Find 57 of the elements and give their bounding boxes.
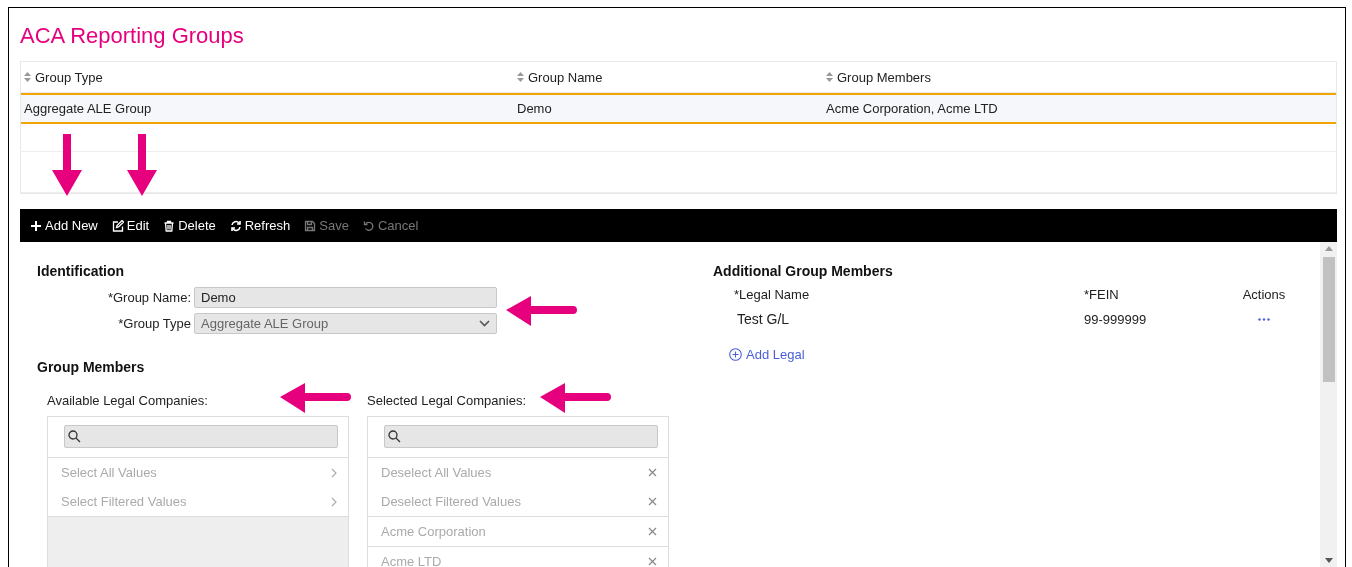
page-title: ACA Reporting Groups bbox=[20, 23, 245, 49]
sort-icon[interactable] bbox=[24, 72, 31, 82]
toolbar-button[interactable]: Add New bbox=[30, 218, 98, 233]
toolbar-button[interactable]: Refresh bbox=[229, 218, 291, 233]
close-icon[interactable] bbox=[648, 557, 657, 566]
scroll-down-icon[interactable] bbox=[1324, 558, 1333, 563]
edit-icon bbox=[111, 219, 124, 232]
column-header[interactable]: Group Type bbox=[21, 69, 514, 85]
list-label: Selected Legal Companies: bbox=[367, 393, 527, 408]
arrow-icon bbox=[506, 296, 576, 326]
column-header[interactable]: Group Name bbox=[514, 69, 823, 85]
arrow-icon bbox=[280, 383, 350, 413]
close-icon[interactable] bbox=[648, 468, 657, 477]
more-icon[interactable] bbox=[1258, 317, 1270, 321]
column-header: *Legal Name bbox=[734, 287, 811, 302]
search-icon bbox=[388, 430, 401, 443]
search-field[interactable] bbox=[64, 425, 338, 448]
add-circle-icon bbox=[729, 348, 742, 361]
table-cell-text: Aggregate ALE Group bbox=[23, 101, 153, 116]
list-label: Available Legal Companies: bbox=[47, 393, 209, 408]
toolbar-button[interactable]: Delete bbox=[163, 218, 216, 233]
section-title: Additional Group Members bbox=[713, 263, 894, 279]
chevron-right-icon bbox=[331, 496, 337, 507]
undo-icon bbox=[362, 219, 375, 232]
toolbar-button[interactable]: Edit bbox=[111, 218, 150, 233]
chevron-right-icon bbox=[331, 467, 337, 478]
scroll-up-icon[interactable] bbox=[1324, 246, 1333, 251]
scrollbar[interactable] bbox=[1320, 242, 1337, 567]
search-field[interactable] bbox=[384, 425, 658, 448]
section-title: Identification bbox=[37, 263, 126, 279]
table-cell-text: 99-999999 bbox=[1084, 311, 1148, 327]
arrow-icon bbox=[127, 132, 157, 196]
arrow-icon bbox=[52, 132, 82, 196]
column-header: *FEIN bbox=[1084, 287, 1120, 302]
input-field[interactable]: Demo bbox=[194, 287, 497, 308]
section-title: Group Members bbox=[37, 359, 146, 375]
field-label: *Group Name: bbox=[106, 290, 192, 305]
add-legal-link[interactable]: Add Legal bbox=[729, 347, 805, 362]
search-icon bbox=[68, 430, 81, 443]
field-label: *Group Type bbox=[117, 316, 192, 331]
sort-icon[interactable] bbox=[826, 72, 833, 82]
select-field[interactable]: Aggregate ALE Group bbox=[194, 313, 497, 334]
save-icon bbox=[304, 219, 317, 232]
trash-icon bbox=[163, 219, 176, 232]
chevron-down-icon bbox=[479, 320, 490, 327]
arrow-icon bbox=[540, 383, 610, 413]
sort-icon[interactable] bbox=[517, 72, 524, 82]
table-cell-text: Acme Corporation, Acme LTD bbox=[825, 101, 999, 116]
close-icon[interactable] bbox=[648, 497, 657, 506]
column-header: Actions bbox=[1241, 287, 1287, 302]
table-row[interactable]: Aggregate ALE Group Demo Acme Corporation, Acme LTD bbox=[21, 93, 1336, 124]
refresh-icon bbox=[229, 219, 242, 232]
table-cell-text: Test G/L bbox=[736, 311, 791, 327]
column-header[interactable]: Group Members bbox=[823, 69, 1336, 85]
plus-icon bbox=[30, 219, 42, 232]
close-icon[interactable] bbox=[648, 527, 657, 536]
table-cell-text: Demo bbox=[516, 101, 553, 116]
